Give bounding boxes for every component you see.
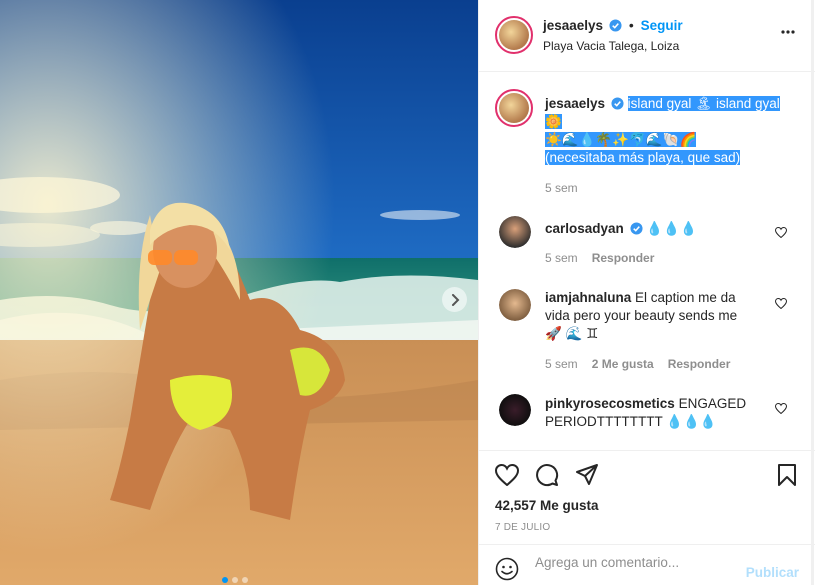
comment-like-heart-icon[interactable] (775, 298, 787, 309)
comment-meta: 5 sem 2 Me gusta Responder (545, 357, 730, 371)
caption-line: island gyal 🏝 island gyal (627, 96, 780, 111)
caption-avatar[interactable] (495, 89, 533, 127)
comment-text: carlosadyan 💧💧💧 (545, 220, 775, 238)
verified-badge-icon (630, 222, 643, 235)
reply-button[interactable]: Responder (668, 357, 731, 371)
comment-time[interactable]: 5 sem (545, 251, 578, 265)
emoji-icon[interactable] (495, 557, 519, 581)
carousel-dot (222, 577, 228, 583)
comment-input[interactable] (535, 555, 735, 570)
comment-row: carlosadyan 💧💧💧 5 sem Responder (479, 213, 815, 273)
commenter-handle[interactable]: pinkyrosecosmetics (545, 396, 675, 411)
carousel-indicator (222, 577, 248, 583)
more-options-icon[interactable] (781, 30, 795, 34)
heart-icon[interactable] (495, 464, 519, 486)
caption-line: ☀️🌊💧🌴✨🐬🌊🐚🌈 (545, 132, 697, 147)
comment-row: pinkyrosecosmetics ENGAGED PERIODTTTTTTT… (479, 391, 815, 449)
carousel-dot (242, 577, 248, 583)
caption-meta: 5 sem (545, 181, 578, 195)
author-handle[interactable]: jesaaelys (543, 18, 603, 33)
caption-author[interactable]: jesaaelys (545, 96, 605, 111)
scrollbar[interactable] (811, 0, 814, 585)
verified-badge-icon (611, 97, 624, 110)
caption-text: jesaaelys island gyal 🏝 island gyal 🌼 ☀️… (545, 95, 785, 167)
comment-body: 💧💧💧 (646, 221, 697, 236)
commenter-handle[interactable]: iamjahnaluna (545, 290, 631, 305)
carousel-dot (232, 577, 238, 583)
caption-line: (necesitaba más playa, que sad) (545, 150, 741, 165)
post-photo[interactable] (0, 0, 478, 585)
commenter-avatar[interactable] (499, 216, 531, 248)
comment-row: iamjahnaluna El caption me da vida pero … (479, 285, 815, 375)
paper-plane-icon[interactable] (575, 463, 599, 487)
comment-text: pinkyrosecosmetics ENGAGED PERIODTTTTTTT… (545, 395, 755, 431)
comments-list[interactable]: jesaaelys island gyal 🏝 island gyal 🌼 ☀️… (479, 73, 815, 449)
caption-line: 🌼 (545, 114, 562, 129)
commenter-avatar[interactable] (499, 394, 531, 426)
publish-button[interactable]: Publicar (746, 565, 799, 580)
author-avatar[interactable] (495, 16, 533, 54)
post-date[interactable]: 7 DE JULIO (495, 522, 550, 533)
commenter-handle[interactable]: carlosadyan (545, 221, 624, 236)
commenter-avatar[interactable] (499, 289, 531, 321)
likes-count[interactable]: 42,557 Me gusta (495, 498, 599, 513)
comment-like-heart-icon[interactable] (775, 227, 787, 238)
comment-time[interactable]: 5 sem (545, 357, 578, 371)
comment-text: iamjahnaluna El caption me da vida pero … (545, 289, 755, 343)
follow-separator: • (628, 17, 634, 33)
post-header: jesaaelys • Seguir Playa Vacia Talega, L… (479, 0, 815, 72)
beach-photo-image (0, 0, 478, 585)
comment-like-heart-icon[interactable] (775, 403, 787, 414)
comment-meta: 5 sem Responder (545, 251, 654, 265)
post-location[interactable]: Playa Vacia Talega, Loiza (543, 39, 679, 53)
comment-composer: Publicar (479, 544, 815, 585)
bookmark-icon[interactable] (777, 463, 797, 487)
verified-badge-icon (609, 19, 622, 32)
author-line: jesaaelys • Seguir (543, 17, 683, 33)
caption-row: jesaaelys island gyal 🏝 island gyal 🌼 ☀️… (479, 73, 815, 203)
action-bar: 42,557 Me gusta 7 DE JULIO (479, 450, 815, 544)
chevron-right-icon (451, 293, 459, 306)
post-modal: jesaaelys • Seguir Playa Vacia Talega, L… (0, 0, 817, 585)
post-side-panel: jesaaelys • Seguir Playa Vacia Talega, L… (478, 0, 815, 585)
caption-time[interactable]: 5 sem (545, 181, 578, 195)
reply-button[interactable]: Responder (592, 251, 655, 265)
comment-icon[interactable] (535, 463, 559, 487)
comment-likes-count[interactable]: 2 Me gusta (592, 357, 654, 371)
follow-button[interactable]: Seguir (641, 18, 683, 33)
next-photo-button[interactable] (442, 287, 467, 312)
